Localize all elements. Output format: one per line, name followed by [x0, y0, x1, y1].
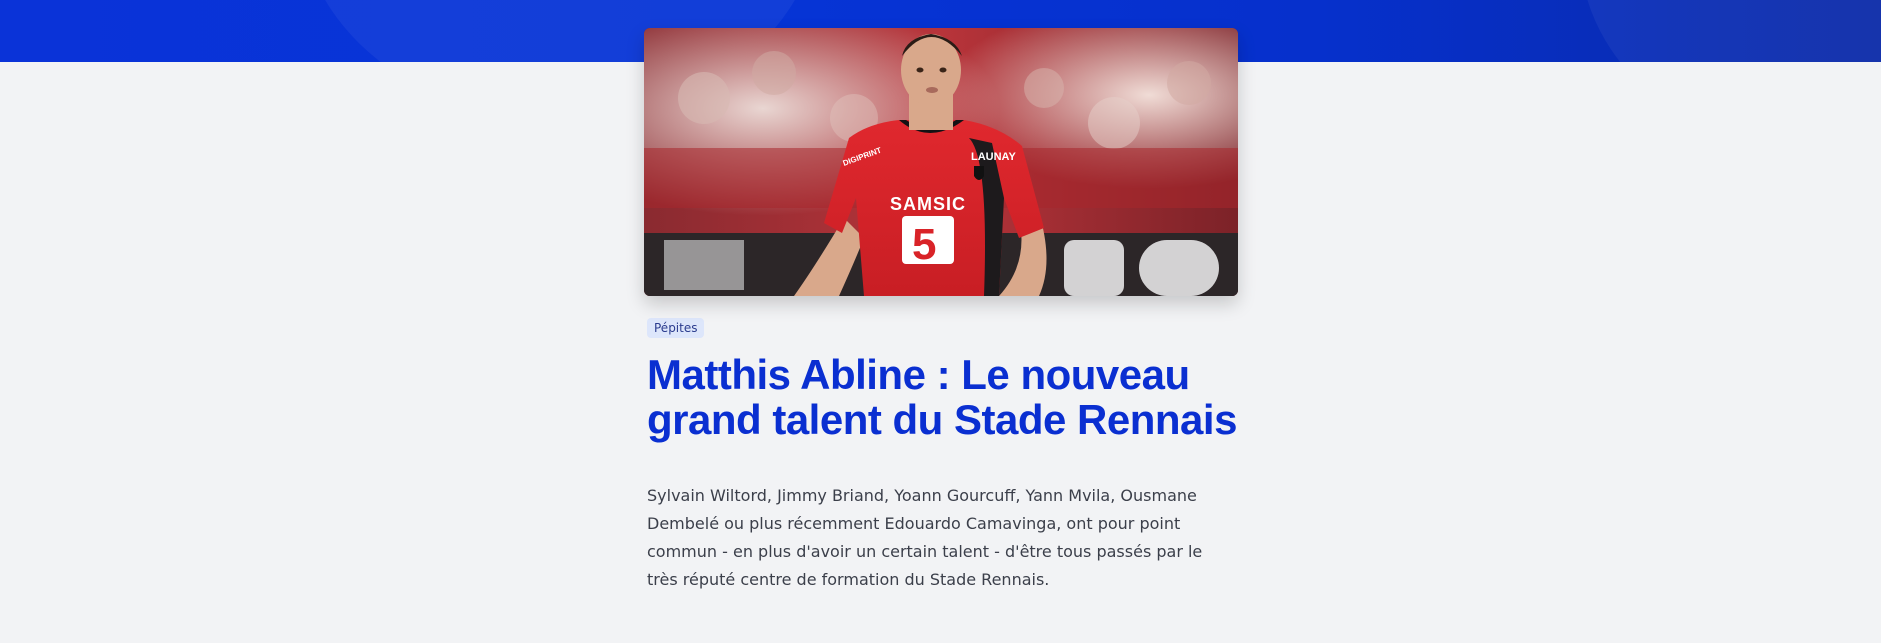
jersey-sleeve-text: LAUNAY: [971, 151, 1016, 163]
hero-image: SAMSIC 5 LAUNAY DIGIPRINT: [644, 28, 1238, 296]
article: SAMSIC 5 LAUNAY DIGIPRINT Pépites Matthi…: [644, 28, 1238, 594]
article-title: Matthis Abline : Le nouveau grand talent…: [647, 351, 1237, 443]
jersey-sponsor: SAMSIC: [890, 194, 966, 214]
club-crest-icon: [974, 166, 984, 180]
jersey-number: 5: [912, 220, 936, 269]
category-tag[interactable]: Pépites: [647, 318, 705, 338]
article-lead: Sylvain Wiltord, Jimmy Briand, Yoann Gou…: [647, 486, 1203, 589]
